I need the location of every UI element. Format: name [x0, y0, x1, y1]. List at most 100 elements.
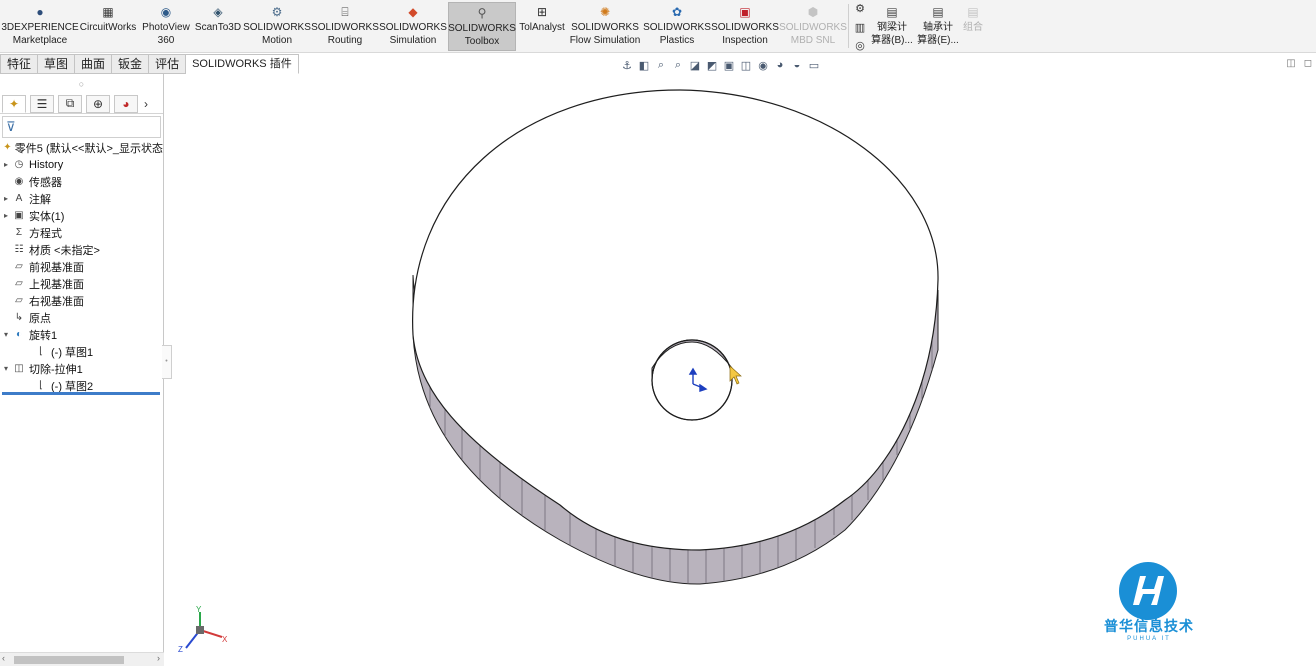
plane-icon: ▱	[15, 278, 23, 289]
rollback-bar[interactable]	[2, 392, 160, 395]
display-style-icon[interactable]: ◫	[739, 59, 753, 72]
tab-sketch[interactable]: 草图	[38, 54, 76, 74]
feature-tree-icon: ✦	[8, 96, 20, 111]
dimxpert-manager-tab[interactable]: ⊕	[86, 94, 110, 113]
tree-item-label: 方程式	[29, 227, 62, 240]
solidworks-motion-button[interactable]: ⚙ SOLIDWORKS Motion	[243, 2, 311, 51]
tree-item-label: 前视基准面	[29, 261, 84, 274]
photoview-icon: ◉	[160, 5, 172, 19]
tree-item-label: 传感器	[29, 176, 62, 189]
circuitworks-button[interactable]: ▦ CircuitWorks	[78, 2, 138, 51]
3dexperience-marketplace-button[interactable]: ● 3DEXPERIENCE Marketplace	[1, 2, 78, 51]
cam-model[interactable]: Y X Z	[165, 74, 1316, 666]
zoom-area-icon[interactable]: ⌕	[654, 59, 668, 72]
part-icon: ✦	[3, 142, 12, 153]
solidworks-simulation-button[interactable]: ◆ SOLIDWORKS Simulation	[379, 2, 447, 51]
tree-item-material[interactable]: ☷ 材质 <未指定>	[0, 241, 163, 258]
tree-item-label: 旋转1	[29, 329, 58, 342]
solidworks-mbd-snl-button[interactable]: ⬢ SOLIDWORKS MBD SNL	[779, 2, 847, 51]
view-cube-icon[interactable]: ◧	[637, 59, 651, 72]
toolbox-icon: ⚲	[477, 6, 487, 20]
combine-button[interactable]: ▤ 组合	[960, 2, 986, 51]
property-manager-tab[interactable]: ☰	[30, 94, 54, 113]
expand-caret-icon[interactable]: ▸	[0, 194, 12, 203]
graphics-area[interactable]: Y X Z 普华信息技术 PUHUA IT	[165, 74, 1316, 666]
maximize-viewport-icon[interactable]: ◻	[1304, 58, 1312, 69]
tree-item-top-plane[interactable]: ▱ 上视基准面	[0, 275, 163, 292]
configuration-manager-tab[interactable]: ⧉	[58, 94, 82, 113]
configuration-icon: ⧉	[65, 96, 75, 110]
tree-item-revolve1[interactable]: ▾ ◐ 旋转1	[0, 326, 163, 343]
tab-evaluate[interactable]: 评估	[149, 54, 187, 74]
tree-item-right-plane[interactable]: ▱ 右视基准面	[0, 292, 163, 309]
scroll-right-icon[interactable]: ›	[157, 653, 160, 663]
apply-scene-icon[interactable]: ◒	[790, 59, 804, 71]
expand-caret-icon[interactable]: ▸	[0, 160, 12, 169]
toolbox-config-icon[interactable]: ⚙	[855, 2, 865, 15]
watermark: 普华信息技术 PUHUA IT	[1093, 616, 1205, 642]
hide-show-icon[interactable]: ◉	[756, 59, 770, 72]
routing-icon: ⌸	[341, 5, 349, 19]
zoom-to-fit-icon[interactable]: ⚓	[620, 59, 634, 72]
solidworks-inspection-button[interactable]: ▣ SOLIDWORKS Inspection	[711, 2, 779, 51]
solidworks-flow-simulation-button[interactable]: ✺ SOLIDWORKS Flow Simulation	[568, 2, 642, 51]
tab-features[interactable]: 特征	[0, 54, 39, 74]
view-settings-icon[interactable]: ▭	[807, 59, 821, 72]
sketch-icon: ⌊	[39, 346, 43, 357]
watermark-logo-icon	[1119, 562, 1177, 620]
beam-calculator-button[interactable]: ▤ 钢梁计 算器(B)...	[870, 2, 914, 51]
command-manager-ribbon: ● 3DEXPERIENCE Marketplace ▦ CircuitWork…	[0, 0, 1316, 53]
tree-item-sketch1[interactable]: ⌊ (-) 草图1	[0, 343, 163, 360]
revolve-icon: ◐	[15, 329, 23, 340]
bearing-calculator-button[interactable]: ▤ 轴承计 算器(E)...	[916, 2, 960, 51]
panel-horizontal-scrollbar[interactable]: ‹ ›	[0, 652, 164, 666]
panel-tabs: ✦ ☰ ⧉ ⊕ ◕ ›	[0, 94, 163, 114]
cam-icon[interactable]: ◎	[855, 39, 865, 52]
tab-surfaces[interactable]: 曲面	[75, 54, 113, 74]
triad-z-label: Z	[178, 645, 183, 654]
simulation-icon: ◆	[408, 5, 418, 19]
chevron-right-icon[interactable]: ›	[144, 97, 148, 111]
reference-triad: Y X Z	[178, 605, 228, 654]
cut-extrude-icon: ◫	[14, 363, 24, 374]
tree-item-sensors[interactable]: ◉ 传感器	[0, 173, 163, 190]
collapse-caret-icon[interactable]: ▾	[0, 330, 12, 339]
collapse-caret-icon[interactable]: ▾	[0, 364, 12, 373]
tree-item-origin[interactable]: ↳ 原点	[0, 309, 163, 326]
edit-appearance-icon[interactable]: ◕	[773, 59, 787, 71]
scroll-left-icon[interactable]: ‹	[2, 653, 5, 663]
dynamic-annotation-icon[interactable]: ◩	[705, 59, 719, 72]
hole-wizard-icon[interactable]: ▥	[855, 21, 865, 34]
section-view-icon[interactable]: ◪	[688, 59, 702, 72]
scanto3d-button[interactable]: ◈ ScanTo3D	[194, 2, 242, 51]
tree-item-history[interactable]: ▸ ◷ History	[0, 156, 163, 173]
expand-caret-icon[interactable]: ▸	[0, 211, 12, 220]
equations-icon: Σ	[15, 227, 23, 238]
tree-item-front-plane[interactable]: ▱ 前视基准面	[0, 258, 163, 275]
tree-root-part[interactable]: ✦ 零件5 (默认<<默认>_显示状态	[0, 139, 163, 156]
scrollbar-thumb[interactable]	[14, 656, 124, 664]
motion-icon: ⚙	[271, 5, 283, 19]
viewport-window-controls: ◫ ◻	[1286, 58, 1312, 69]
tab-sheet-metal[interactable]: 钣金	[112, 54, 150, 74]
photoview-360-button[interactable]: ◉ PhotoView 360	[140, 2, 192, 51]
tolanalyst-button[interactable]: ⊞ TolAnalyst	[518, 2, 566, 51]
restore-viewport-icon[interactable]: ◫	[1286, 58, 1295, 69]
tree-item-equations[interactable]: Σ 方程式	[0, 224, 163, 241]
panel-grip-icon[interactable]: ○	[0, 74, 163, 94]
feature-manager-tab[interactable]: ✦	[2, 94, 26, 113]
tab-solidworks-addins[interactable]: SOLIDWORKS 插件	[186, 54, 299, 74]
circuitworks-icon: ▦	[102, 5, 114, 19]
heads-up-view-toolbar: ⚓ ◧ ⌕ ⌕ ◪ ◩ ▣ ◫ ◉ ◕ ◒ ▭	[620, 56, 821, 74]
display-manager-tab[interactable]: ◕	[114, 94, 138, 113]
view-orientation-icon[interactable]: ▣	[722, 59, 736, 72]
tree-item-solid-bodies[interactable]: ▸ ▣ 实体(1)	[0, 207, 163, 224]
feature-filter-input[interactable]: ⊽	[2, 116, 161, 138]
solid-bodies-icon: ▣	[14, 210, 24, 221]
tree-item-annotations[interactable]: ▸ A 注解	[0, 190, 163, 207]
solidworks-plastics-button[interactable]: ✿ SOLIDWORKS Plastics	[643, 2, 711, 51]
tree-item-cut-extrude1[interactable]: ▾ ◫ 切除-拉伸1	[0, 360, 163, 377]
previous-view-icon[interactable]: ⌕	[671, 59, 685, 72]
solidworks-toolbox-button[interactable]: ⚲ SOLIDWORKS Toolbox	[448, 2, 516, 51]
solidworks-routing-button[interactable]: ⌸ SOLIDWORKS Routing	[311, 2, 379, 51]
